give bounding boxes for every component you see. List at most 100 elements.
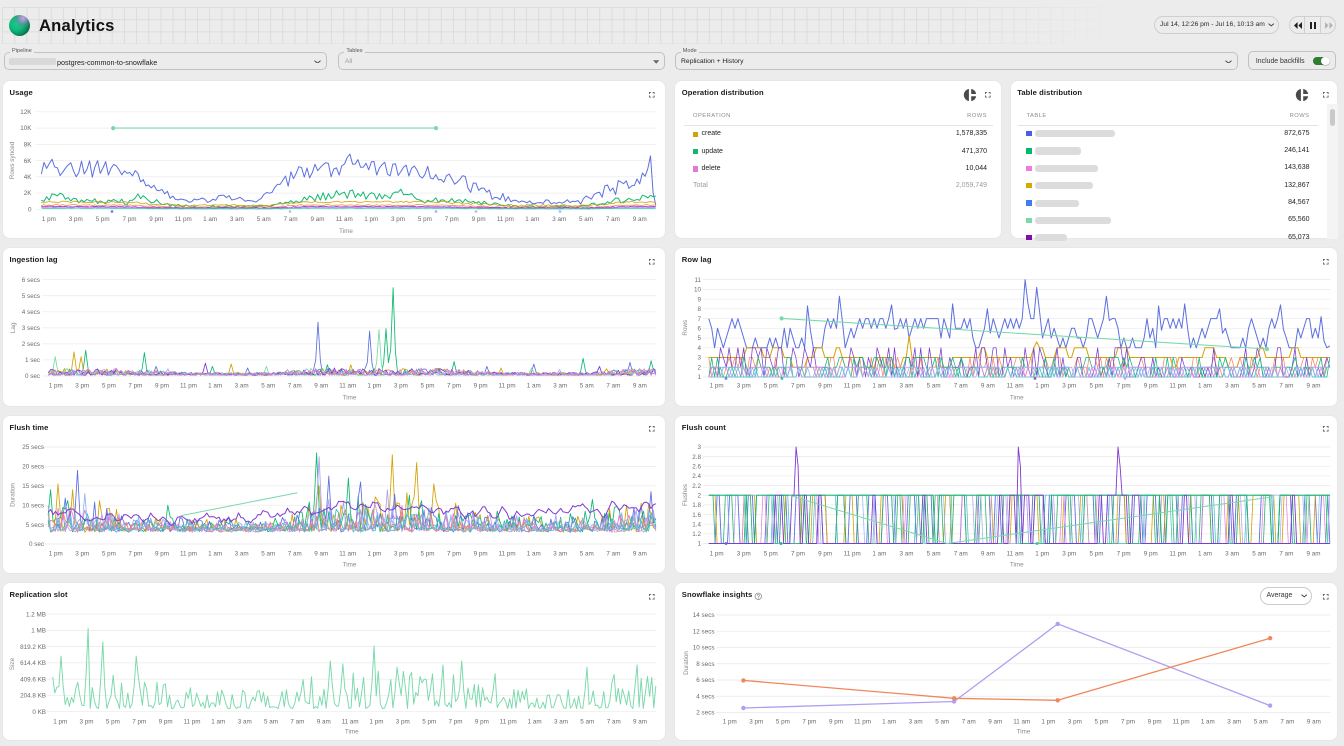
svg-text:1 sec: 1 sec [25,357,40,364]
svg-text:3 pm: 3 pm [391,216,405,223]
svg-text:Rows: Rows [682,320,689,336]
svg-text:1 MB: 1 MB [31,628,46,635]
svg-text:5 am: 5 am [580,383,594,390]
svg-text:7 pm: 7 pm [123,216,137,223]
svg-text:9 pm: 9 pm [475,719,489,726]
svg-text:1 am: 1 am [528,719,542,726]
svg-text:7 pm: 7 pm [132,719,146,726]
svg-text:5 pm: 5 pm [102,551,116,558]
svg-text:4 secs: 4 secs [696,694,714,701]
svg-text:1 pm: 1 pm [49,551,63,558]
svg-text:5 am: 5 am [261,383,275,390]
svg-text:10K: 10K [20,125,32,132]
svg-text:11 pm: 11 pm [844,383,861,390]
svg-text:11 am: 11 am [1013,719,1030,726]
svg-text:7 pm: 7 pm [802,719,816,726]
svg-text:9: 9 [697,296,701,303]
svg-text:7 am: 7 am [606,216,620,223]
svg-text:5 pm: 5 pm [106,719,120,726]
svg-text:9 am: 9 am [633,216,647,223]
svg-text:5 secs: 5 secs [26,522,44,529]
svg-text:4: 4 [697,345,701,352]
svg-text:9 am: 9 am [1307,719,1321,726]
svg-text:3 pm: 3 pm [1062,383,1076,390]
svg-text:10: 10 [694,287,702,294]
svg-text:11 am: 11 am [342,719,359,726]
svg-text:2 secs: 2 secs [22,341,40,348]
svg-text:0: 0 [28,207,32,214]
svg-text:7 pm: 7 pm [791,383,805,390]
svg-text:7 am: 7 am [954,383,968,390]
svg-text:2 secs: 2 secs [696,710,714,717]
svg-text:7 pm: 7 pm [445,216,459,223]
svg-text:Time: Time [339,228,353,235]
svg-text:3 am: 3 am [553,551,567,558]
svg-text:7 pm: 7 pm [449,719,463,726]
svg-text:9 pm: 9 pm [474,383,488,390]
svg-text:7 am: 7 am [1280,719,1294,726]
svg-text:2: 2 [697,365,701,372]
svg-text:7 pm: 7 pm [128,551,142,558]
svg-text:2.8: 2.8 [692,454,701,461]
svg-text:5 am: 5 am [257,216,271,223]
svg-text:11 pm: 11 pm [499,551,516,558]
svg-text:0 sec: 0 sec [25,373,40,380]
svg-text:9 pm: 9 pm [1148,719,1162,726]
svg-text:11 pm: 11 pm [175,216,192,223]
svg-text:3 pm: 3 pm [394,383,408,390]
svg-text:11 am: 11 am [1007,551,1024,558]
svg-text:11 pm: 11 pm [499,383,516,390]
svg-text:9 pm: 9 pm [159,719,173,726]
svg-text:1 pm: 1 pm [710,551,724,558]
svg-text:1.6: 1.6 [692,512,701,519]
svg-text:3 pm: 3 pm [1068,719,1082,726]
svg-text:3: 3 [697,444,701,451]
svg-text:1.2 MB: 1.2 MB [26,611,46,618]
svg-text:12K: 12K [20,109,32,116]
svg-text:3 am: 3 am [909,719,923,726]
svg-text:1 am: 1 am [872,551,886,558]
svg-text:0 KB: 0 KB [32,709,46,716]
svg-text:9 am: 9 am [311,216,325,223]
svg-text:11 pm: 11 pm [854,719,871,726]
svg-text:5 pm: 5 pm [1090,551,1104,558]
svg-text:7 am: 7 am [288,383,302,390]
svg-text:1.2: 1.2 [692,531,701,538]
svg-text:3 pm: 3 pm [69,216,83,223]
svg-text:Time: Time [1010,562,1024,569]
svg-text:9 pm: 9 pm [472,216,486,223]
svg-text:2K: 2K [24,190,33,197]
svg-text:3 pm: 3 pm [749,719,763,726]
svg-text:7 pm: 7 pm [1117,383,1131,390]
svg-text:14 secs: 14 secs [693,612,715,619]
svg-text:1 am: 1 am [872,383,886,390]
svg-text:9 pm: 9 pm [818,551,832,558]
svg-text:3 am: 3 am [230,216,244,223]
svg-text:Flushes: Flushes [682,484,689,506]
svg-text:5 am: 5 am [1252,551,1266,558]
svg-text:2: 2 [697,492,701,499]
svg-text:Time: Time [343,395,357,402]
svg-text:5 am: 5 am [580,551,594,558]
svg-text:5 pm: 5 pm [421,551,435,558]
svg-text:9 am: 9 am [633,551,647,558]
svg-text:9 am: 9 am [1307,383,1321,390]
svg-text:11 pm: 11 pm [497,216,514,223]
svg-text:1 am: 1 am [211,719,225,726]
svg-text:1 pm: 1 pm [367,383,381,390]
svg-text:5 am: 5 am [580,719,594,726]
svg-text:15 secs: 15 secs [22,483,44,490]
svg-text:5 pm: 5 pm [102,383,116,390]
svg-text:9 pm: 9 pm [829,719,843,726]
svg-text:1.8: 1.8 [692,502,701,509]
svg-text:Duration: Duration [683,651,690,675]
svg-text:9 am: 9 am [981,551,995,558]
svg-text:7 am: 7 am [284,216,298,223]
svg-text:3 pm: 3 pm [737,551,751,558]
svg-text:6 secs: 6 secs [696,677,714,684]
svg-text:3 pm: 3 pm [394,551,408,558]
svg-text:5 pm: 5 pm [418,216,432,223]
svg-text:1 pm: 1 pm [367,551,381,558]
svg-text:7 am: 7 am [606,383,620,390]
svg-text:3 pm: 3 pm [75,551,89,558]
